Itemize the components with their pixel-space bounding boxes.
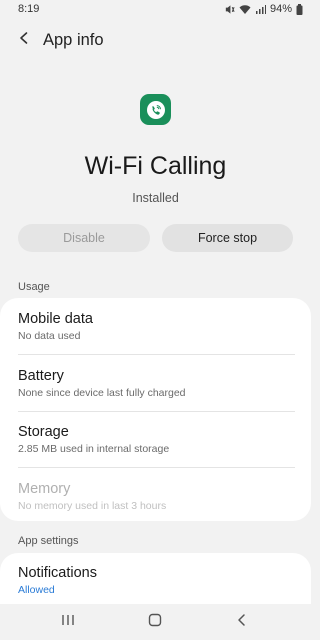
status-bar: 8:19 94% bbox=[0, 0, 311, 20]
battery-percent: 94% bbox=[269, 3, 292, 15]
app-bar: App info bbox=[0, 22, 311, 60]
disable-button[interactable]: Disable bbox=[18, 224, 150, 252]
app-install-status: Installed bbox=[132, 191, 179, 205]
list-item-title: Notifications bbox=[18, 565, 97, 581]
home-button[interactable] bbox=[143, 612, 167, 632]
list-item-subtitle: Allowed bbox=[18, 584, 55, 596]
list-item-title: Storage bbox=[18, 424, 69, 440]
usage-card: Mobile data No data used Battery None si… bbox=[0, 298, 311, 521]
list-item-title: Battery bbox=[18, 368, 64, 384]
back-button[interactable] bbox=[12, 28, 36, 52]
divider bbox=[18, 354, 295, 355]
divider bbox=[18, 467, 295, 468]
list-item-subtitle: No data used bbox=[18, 330, 81, 342]
page-title: App info bbox=[43, 31, 104, 49]
usage-section-label: Usage bbox=[18, 281, 50, 293]
list-item-title: Mobile data bbox=[18, 311, 93, 327]
mute-icon bbox=[224, 4, 235, 15]
force-stop-button[interactable]: Force stop bbox=[162, 224, 293, 252]
recents-icon bbox=[61, 613, 75, 631]
list-item-subtitle: No memory used in last 3 hours bbox=[18, 500, 167, 512]
navigation-bar bbox=[0, 604, 311, 640]
chevron-left-icon bbox=[17, 31, 31, 50]
list-item-subtitle: None since device last fully charged bbox=[18, 387, 186, 399]
wifi-calling-icon bbox=[140, 94, 171, 125]
status-time: 8:19 bbox=[18, 3, 40, 15]
home-icon bbox=[148, 613, 162, 632]
list-item-mobile-data[interactable]: Mobile data No data used bbox=[18, 311, 295, 342]
status-icons: 94% bbox=[224, 3, 303, 15]
list-item-storage[interactable]: Storage 2.85 MB used in internal storage bbox=[18, 424, 295, 455]
app-name: Wi-Fi Calling bbox=[84, 152, 227, 180]
divider bbox=[18, 411, 295, 412]
list-item-title: Memory bbox=[18, 481, 71, 497]
nav-back-button[interactable] bbox=[230, 612, 254, 632]
battery-icon bbox=[296, 3, 303, 15]
recents-button[interactable] bbox=[56, 612, 80, 632]
back-icon bbox=[236, 613, 248, 632]
list-item-notifications[interactable]: Notifications Allowed bbox=[18, 565, 295, 596]
list-item-battery[interactable]: Battery None since device last fully cha… bbox=[18, 368, 295, 399]
wifi-icon bbox=[239, 4, 251, 15]
list-item-memory[interactable]: Memory No memory used in last 3 hours bbox=[18, 481, 295, 512]
app-settings-section-label: App settings bbox=[18, 535, 79, 547]
list-item-subtitle: 2.85 MB used in internal storage bbox=[18, 443, 170, 455]
signal-icon bbox=[255, 4, 266, 15]
screen: 8:19 94% App info Wi-Fi Calling Installe… bbox=[0, 0, 311, 640]
